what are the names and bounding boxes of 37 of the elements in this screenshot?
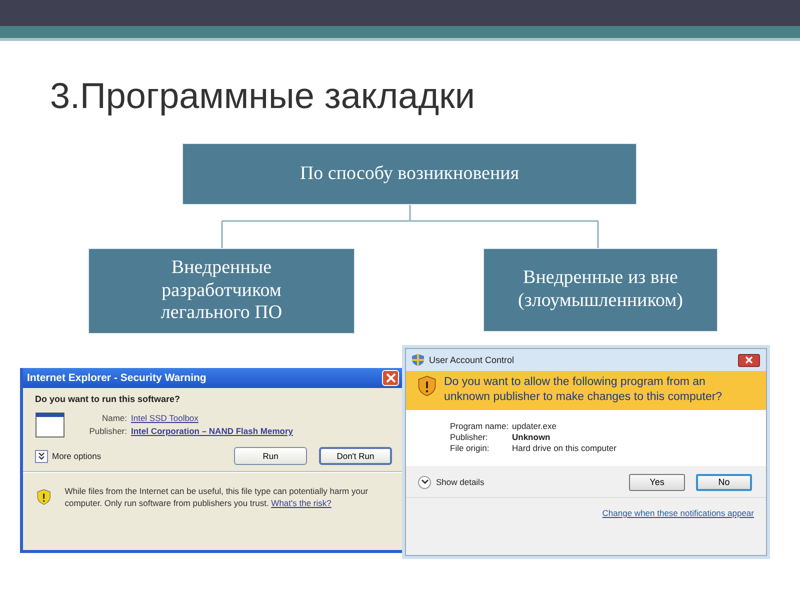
dialog-button[interactable]: Yes [629,474,685,491]
warning-message: While files from the Internet can be useful, this file type can potentially harm your computer. Only run software from publishers you trust. What's the risk? [64,484,370,510]
field-label: Publisher: [450,432,489,442]
diagram-child-box: Внедренные разработчиком легального ПО [88,248,355,334]
field-label: Publisher: [88,426,127,436]
close-button[interactable] [738,354,760,366]
diagram-root-box: По способу возникновения [182,143,637,205]
dialog-button[interactable]: No [696,474,752,491]
field-label: File origin: [450,442,490,453]
close-icon [745,356,753,364]
application-window-icon [35,412,65,438]
field-value: updater.exe [512,420,556,431]
close-icon [386,373,396,383]
dialog-button[interactable]: Don't Run [319,447,392,465]
more-options-toggle[interactable] [35,450,48,462]
notifications-link[interactable]: Change when these notifications appear [602,508,754,518]
more-options-label: More options [52,451,102,461]
field-link[interactable]: Intel SSD Toolbox [131,413,198,423]
diagram-child-box: Внедренные из вне (злоумышленником) [483,248,718,332]
dialog-question: Do you want to run this software? [35,394,182,404]
shield-icon [412,354,424,366]
field-link[interactable]: Intel Corporation – NAND Flash Memory [131,426,293,436]
show-details-toggle[interactable] [418,476,431,489]
field-value: Unknown [512,432,550,442]
dialog-question: Do you want to allow the following program from an unknown publisher to make changes to this computer? [444,375,724,405]
field-label: Name: [100,413,127,423]
field-label: Program name: [450,420,510,431]
chevron-down-icon [420,479,428,486]
slide-title: 3.Программные закладки [50,74,476,118]
show-details-label: Show details [436,477,484,488]
double-chevron-down-icon [38,452,45,460]
dialog-title: Internet Explorer - Security Warning [27,372,206,384]
field-value: Hard drive on this computer [512,442,616,453]
dialog-button[interactable]: Run [234,447,307,465]
dialog-title: User Account Control [429,355,514,365]
warning-shield-icon [418,375,436,397]
risk-link[interactable]: What's the risk? [271,498,332,508]
